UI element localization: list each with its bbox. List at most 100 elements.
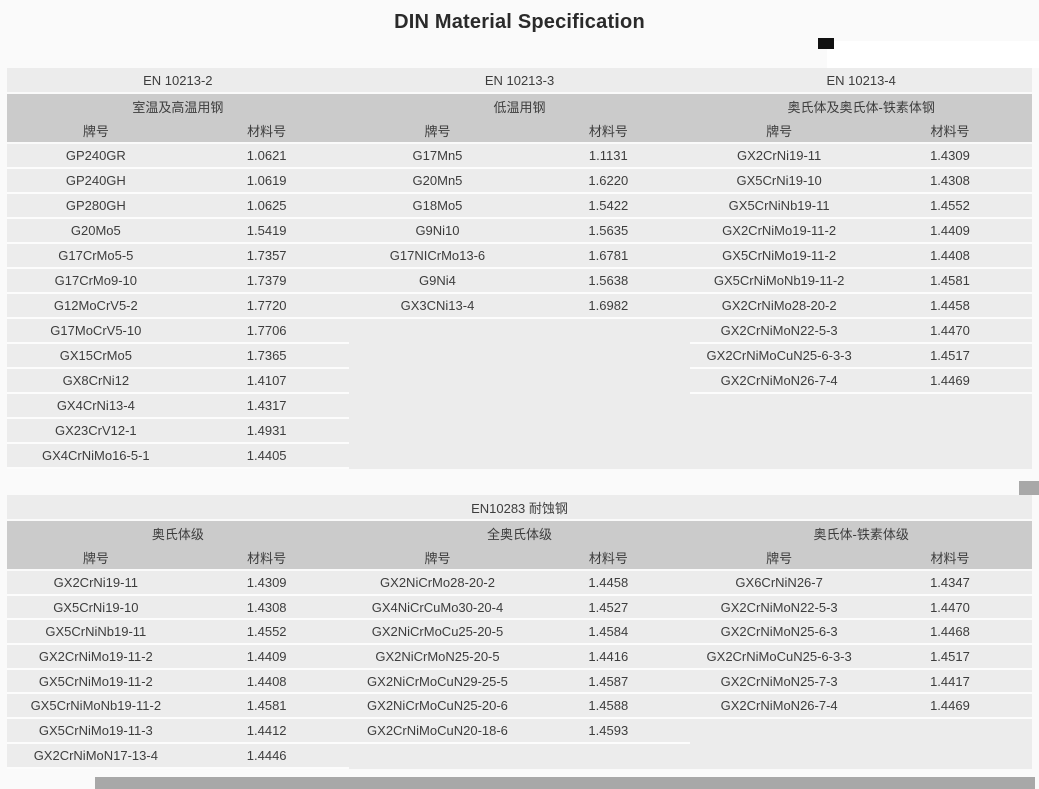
grade-cell: GX2CrNiMoN22-5-3 [690,596,868,619]
material-no-cell: 1.4309 [868,144,1032,167]
category-row: 室温及高温用钢 低温用钢 奥氏体及奥氏体-铁素体钢 [7,94,1032,118]
grade-cell: GP240GR [7,144,185,167]
material-no-cell: 1.4587 [526,670,690,693]
table-row: GX5CrNi19-101.4308 [7,596,349,621]
material-no-cell: 1.4468 [868,620,1032,643]
material-no-column-header: 材料号 [868,118,1032,142]
grade-cell: GX2NiCrMoCuN25-20-6 [349,694,527,717]
grade-cell: GX4CrNi13-4 [7,394,185,417]
material-no-cell: 1.7720 [185,294,349,317]
table-row: GX15CrMo51.7365 [7,344,349,369]
subheader-band: 奥氏体级 全奥氏体级 奥氏体-铁素体级 牌号 材料号 牌号 材料号 牌号 材料号 [7,521,1032,569]
material-no-column-header: 材料号 [526,118,690,142]
table-row: GX8CrNi121.4107 [7,369,349,394]
standard-header-row: EN 10213-2 EN 10213-3 EN 10213-4 [7,68,1032,92]
table-row: G20Mn51.6220 [349,169,691,194]
table-row: GX5CrNiMo19-11-31.4412 [7,719,349,744]
material-no-cell: 1.6220 [526,169,690,192]
material-no-cell: 1.4308 [868,169,1032,192]
grade-cell: GX3CNi13-4 [349,294,527,317]
table-row: GX2NiCrMo28-20-21.4458 [349,571,691,596]
material-no-cell: 1.1131 [526,144,690,167]
grade-cell: GX5CrNi19-10 [7,596,185,619]
grade-cell: GX2CrNiMoN22-5-3 [690,319,868,342]
material-no-cell: 1.5638 [526,269,690,292]
table-row: G20Mo51.5419 [7,219,349,244]
grade-cell: GX2CrNi19-11 [690,144,868,167]
material-no-cell: 1.4309 [185,571,349,594]
table-row: GX2CrNiMoCuN25-6-3-31.4517 [690,344,1032,369]
table-row: GX2NiCrMoN25-20-51.4416 [349,645,691,670]
table-row: GX5CrNiNb19-111.4552 [7,620,349,645]
grade-cell: GX2CrNiMo19-11-2 [7,645,185,668]
grade-cell: GX2CrNiMoN17-13-4 [7,744,185,767]
table-row: GX2CrNiMoN17-13-41.4446 [7,744,349,769]
page-title: DIN Material Specification [0,0,1039,41]
table-row: GX2CrNiMoN26-7-41.4469 [690,694,1032,719]
table-row: GX4CrNiMo16-5-11.4405 [7,444,349,469]
column-header-group: 牌号 材料号 [7,545,349,569]
material-no-cell: 1.4308 [185,596,349,619]
grade-column-header: 牌号 [349,545,527,569]
table-row: G17CrMo5-51.7357 [7,244,349,269]
table-row: GX2CrNiMoN25-6-31.4468 [690,620,1032,645]
column-header-group: 牌号 材料号 [349,545,691,569]
grade-cell: GX2CrNiMoCuN25-6-3-3 [690,344,868,367]
grade-cell: G20Mn5 [349,169,527,192]
grade-column-header: 牌号 [7,118,185,142]
grade-cell: GX4NiCrCuMo30-20-4 [349,596,527,619]
grade-cell: GX2NiCrMoCu25-20-5 [349,620,527,643]
table-row: GX2CrNiMoCuN25-6-3-31.4517 [690,645,1032,670]
material-no-cell: 1.7357 [185,244,349,267]
grade-cell: GX5CrNiMoNb19-11-2 [7,694,185,717]
table-austenitic-ferritic: GX6CrNiN26-71.4347GX2CrNiMoN22-5-31.4470… [690,571,1032,769]
table-row: GX2NiCrMoCu25-20-51.4584 [349,620,691,645]
grade-cell: G17NICrMo13-6 [349,244,527,267]
table-row: GX2CrNiMoN22-5-31.4470 [690,596,1032,621]
bottom-horizontal-scrollbar[interactable] [95,777,1035,789]
grade-cell: GX5CrNiMo19-11-2 [690,244,868,267]
material-no-cell: 1.4581 [185,694,349,717]
column-header-group: 牌号 材料号 [690,118,1032,142]
category-row: 奥氏体级 全奥氏体级 奥氏体-铁素体级 [7,521,1032,545]
material-no-cell: 1.4593 [526,719,690,742]
grade-column-header: 牌号 [690,118,868,142]
grade-cell: GX2CrNiMoN25-6-3 [690,620,868,643]
table-fully-austenitic: GX2NiCrMo28-20-21.4458GX4NiCrCuMo30-20-4… [349,571,691,769]
category-fully-austenitic-grade: 全奥氏体级 [349,521,691,545]
table-row: GX2CrNiMo28-20-21.4458 [690,294,1032,319]
material-no-cell: 1.4469 [868,694,1032,717]
table-row: G9Ni41.5638 [349,269,691,294]
table-row: GX2CrNi19-111.4309 [7,571,349,596]
table-en10213-2: GP240GR1.0621GP240GH1.0619GP280GH1.0625G… [7,144,349,469]
material-no-cell: 1.4469 [868,369,1032,392]
grade-cell: G9Ni4 [349,269,527,292]
grade-column-header: 牌号 [690,545,868,569]
table-row: GX2CrNiMo19-11-21.4409 [7,645,349,670]
material-no-cell: 1.4446 [185,744,349,767]
material-no-cell: 1.4527 [526,596,690,619]
material-no-cell: 1.4931 [185,419,349,442]
table-row: GX2CrNiMoN25-7-31.4417 [690,670,1032,695]
material-no-cell: 1.5422 [526,194,690,217]
grade-cell: GX15CrMo5 [7,344,185,367]
grade-cell: GX8CrNi12 [7,369,185,392]
material-no-cell: 1.0625 [185,194,349,217]
table-row: G17MoCrV5-101.7706 [7,319,349,344]
grade-column-header: 牌号 [7,545,185,569]
category-low-temp-steel: 低温用钢 [349,94,691,118]
material-no-column-header: 材料号 [868,545,1032,569]
table-row: GX2NiCrMoCuN25-20-61.4588 [349,694,691,719]
grade-cell: G18Mo5 [349,194,527,217]
grade-cell: G17CrMo9-10 [7,269,185,292]
grade-cell: G9Ni10 [349,219,527,242]
category-austenitic-ferritic-steel: 奥氏体及奥氏体-铁素体钢 [690,94,1032,118]
column-header-group: 牌号 材料号 [690,545,1032,569]
grade-cell: G17MoCrV5-10 [7,319,185,342]
grade-cell: G12MoCrV5-2 [7,294,185,317]
table-en10213-3: G17Mn51.1131G20Mn51.6220G18Mo51.5422G9Ni… [349,144,691,469]
table-row: G17CrMo9-101.7379 [7,269,349,294]
material-no-cell: 1.7365 [185,344,349,367]
material-no-cell: 1.4581 [868,269,1032,292]
material-no-cell: 1.4458 [868,294,1032,317]
